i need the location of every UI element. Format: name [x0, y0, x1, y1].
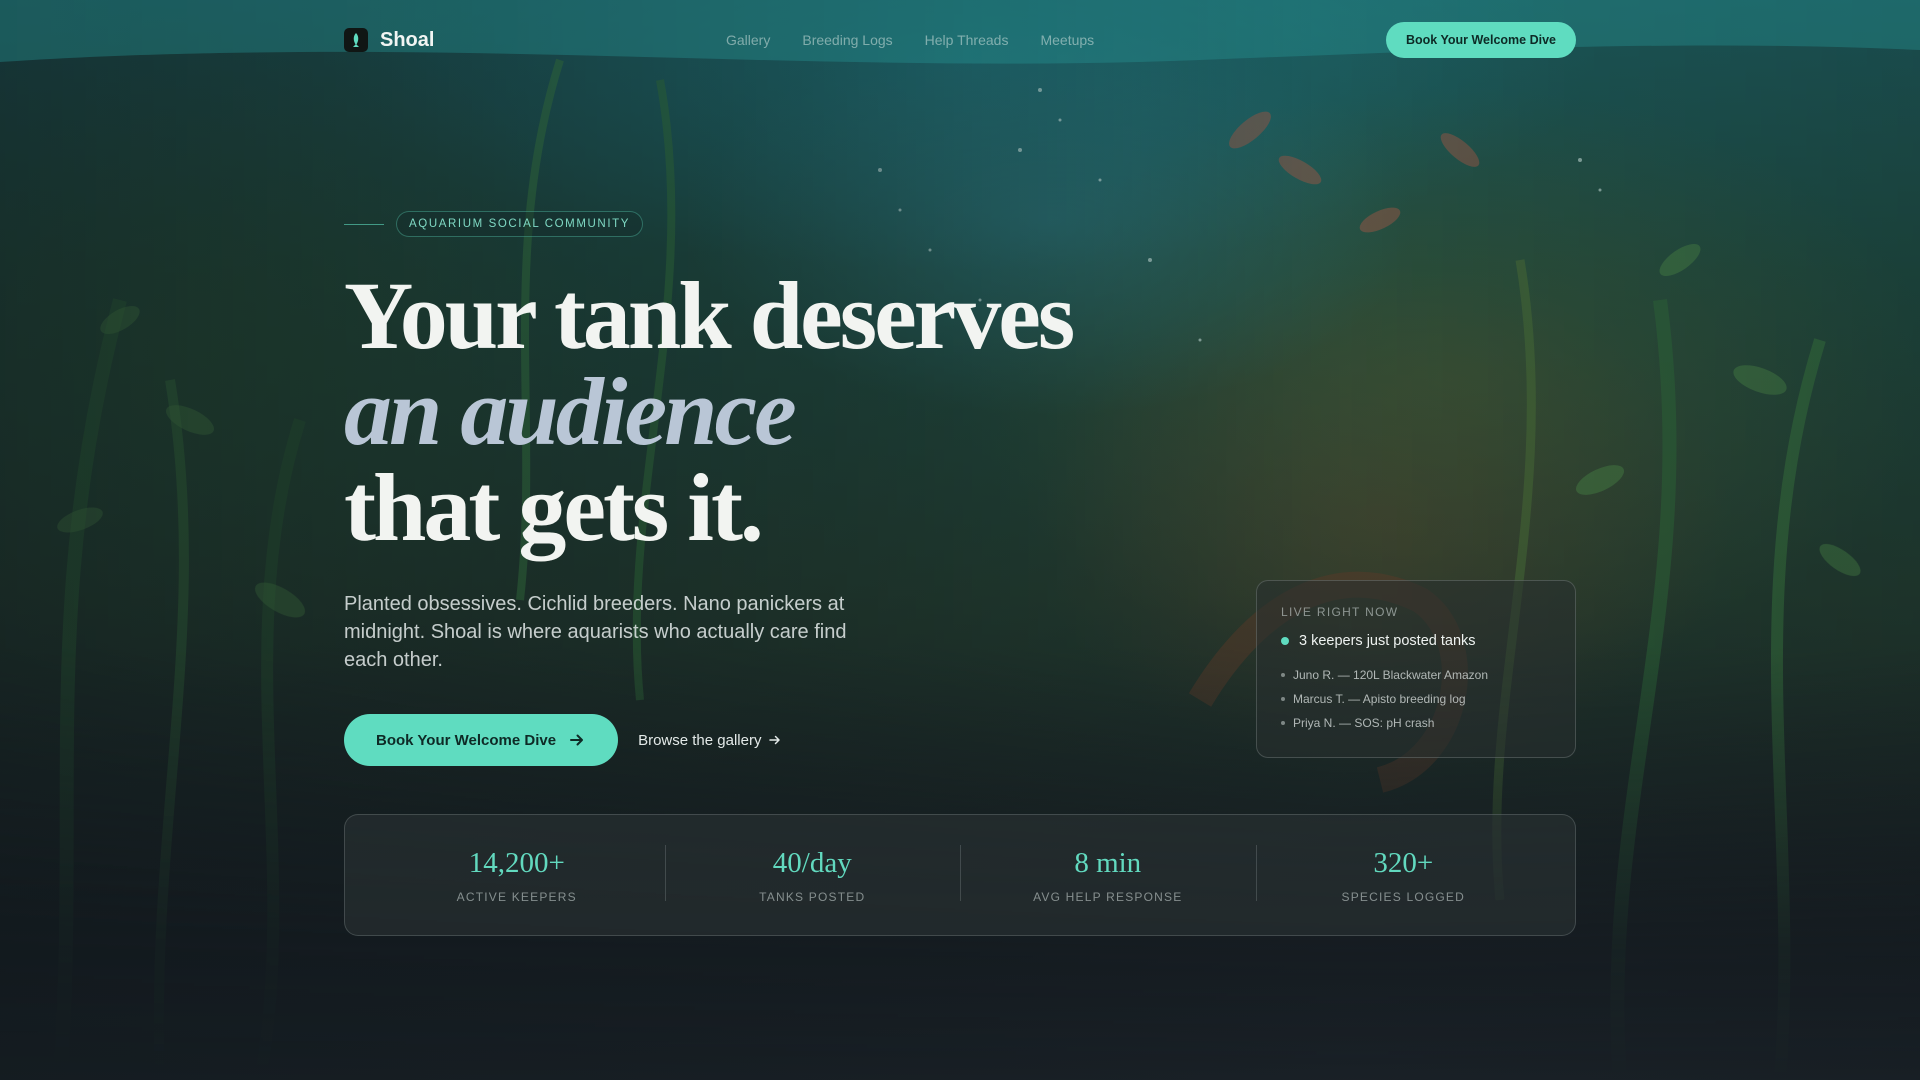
- nav-link-gallery[interactable]: Gallery: [726, 32, 770, 48]
- live-item-text: Marcus T. — Apisto breeding log: [1293, 692, 1466, 706]
- live-activity-card: LIVE RIGHT NOW 3 keepers just posted tan…: [1256, 580, 1576, 758]
- hero-lede: Planted obsessives. Cichlid breeders. Na…: [344, 593, 847, 671]
- brand[interactable]: Shoal: [344, 28, 434, 52]
- nav-cta-button[interactable]: Book Your Welcome Dive: [1385, 22, 1576, 58]
- list-item[interactable]: Juno R. — 120L Blackwater Amazon: [1281, 663, 1551, 687]
- browse-gallery-label: Browse the gallery: [638, 731, 762, 749]
- stat-active-keepers: 14,200+ ACTIVE KEEPERS: [369, 847, 665, 904]
- book-welcome-dive-label: Book Your Welcome Dive: [376, 731, 557, 749]
- live-activity-list: Juno R. — 120L Blackwater Amazon Marcus …: [1281, 663, 1551, 735]
- stat-label: ACTIVE KEEPERS: [456, 889, 577, 904]
- live-card-headline: 3 keepers just posted tanks: [1281, 633, 1551, 649]
- hero-headline: Your tank deserves an audience that gets…: [344, 262, 1075, 561]
- headline-line-2: an audience: [344, 358, 797, 465]
- eyebrow-badge: AQUARIUM SOCIAL COMMUNITY: [396, 211, 644, 237]
- stat-label: SPECIES LOGGED: [1341, 889, 1465, 904]
- nav-link-breeding-logs[interactable]: Breeding Logs: [802, 32, 892, 48]
- eyebrow-divider: [344, 223, 384, 225]
- stat-value: 40/day: [772, 846, 852, 879]
- top-nav: Shoal Gallery Breeding Logs Help Threads…: [344, 22, 1576, 58]
- bullet-icon: [1281, 721, 1285, 725]
- stat-avg-help-response: 8 min AVG HELP RESPONSE: [960, 844, 1256, 904]
- arrow-right-icon: [570, 734, 584, 746]
- stats-bar: 14,200+ ACTIVE KEEPERS 40/day TANKS POST…: [344, 814, 1576, 936]
- bullet-icon: [1281, 697, 1285, 701]
- bullet-icon: [1281, 673, 1285, 677]
- nav-links: Gallery Breeding Logs Help Threads Meetu…: [726, 32, 1094, 48]
- nav-link-meetups[interactable]: Meetups: [1040, 32, 1094, 48]
- nav-link-help-threads[interactable]: Help Threads: [925, 32, 1009, 48]
- live-headline-text: 3 keepers just posted tanks: [1299, 633, 1476, 649]
- stat-label: AVG HELP RESPONSE: [1033, 889, 1183, 904]
- live-indicator-dot: [1281, 637, 1289, 645]
- live-item-text: Juno R. — 120L Blackwater Amazon: [1293, 668, 1488, 682]
- eyebrow: AQUARIUM SOCIAL COMMUNITY: [344, 211, 644, 237]
- brand-name: Shoal: [380, 28, 435, 51]
- headline-line-3: that gets it.: [344, 454, 764, 561]
- stat-tanks-posted: 40/day TANKS POSTED: [664, 844, 961, 904]
- stat-value: 8 min: [1074, 846, 1142, 879]
- list-item[interactable]: Marcus T. — Apisto breeding log: [1281, 687, 1551, 711]
- book-welcome-dive-button[interactable]: Book Your Welcome Dive: [344, 714, 619, 766]
- headline-line-1: Your tank deserves: [344, 262, 1075, 369]
- stat-value: 14,200+: [468, 846, 565, 879]
- stat-value: 320+: [1373, 846, 1434, 879]
- arrow-right-icon: [769, 735, 781, 745]
- fish-icon: [344, 28, 368, 52]
- list-item[interactable]: Priya N. — SOS: pH crash: [1281, 711, 1551, 735]
- browse-gallery-link[interactable]: Browse the gallery: [638, 732, 781, 749]
- stat-species-logged: 320+ SPECIES LOGGED: [1255, 844, 1552, 904]
- live-item-text: Priya N. — SOS: pH crash: [1293, 716, 1435, 730]
- live-card-title: LIVE RIGHT NOW: [1281, 605, 1399, 619]
- hero-cta-row: Book Your Welcome Dive Browse the galler…: [344, 714, 781, 766]
- stat-label: TANKS POSTED: [759, 889, 866, 904]
